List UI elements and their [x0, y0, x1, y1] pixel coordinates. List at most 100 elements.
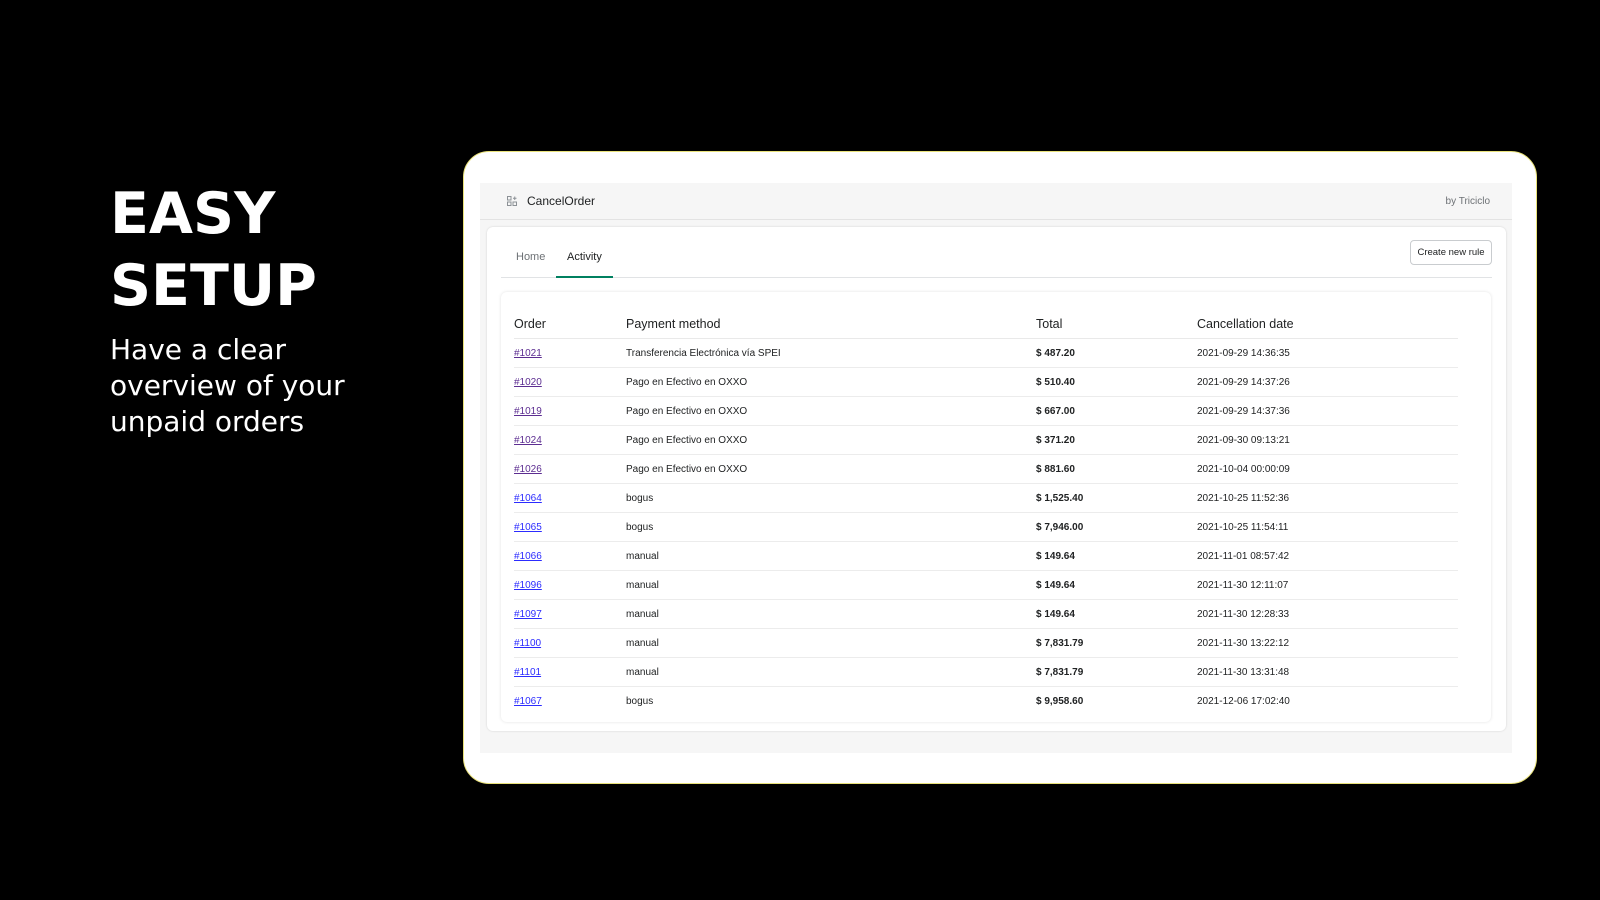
order-link[interactable]: #1064	[514, 493, 542, 504]
payment-method-cell: manual	[626, 628, 1036, 658]
table-row: #1066 manual $ 149.64 2021-11-01 08:57:42	[514, 541, 1458, 571]
total-cell: $ 7,831.79	[1036, 628, 1197, 658]
hero: EASY SETUP Have a clear overview of your …	[110, 178, 390, 440]
payment-method-cell: Pago en Efectivo en OXXO	[626, 396, 1036, 426]
header-payment-method: Payment method	[626, 310, 1036, 339]
total-cell: $ 510.40	[1036, 367, 1197, 397]
table-row: #1024 Pago en Efectivo en OXXO $ 371.20 202…	[514, 425, 1458, 455]
table-row: #1100 manual $ 7,831.79 2021-11-30 13:22:12	[514, 628, 1458, 658]
table-header-row: Order Payment method Total Cancellation …	[514, 310, 1458, 339]
order-cell: #1024	[514, 425, 626, 455]
table-row: #1096 manual $ 149.64 2021-11-30 12:11:07	[514, 570, 1458, 600]
table-row: #1021 Transferencia Electrónica vía SPEI $…	[514, 338, 1458, 368]
order-cell: #1100	[514, 628, 626, 658]
order-link[interactable]: #1067	[514, 696, 542, 707]
tab-home[interactable]: Home	[505, 251, 556, 276]
order-cell: #1096	[514, 570, 626, 600]
cancellation-date-cell: 2021-09-29 14:36:35	[1197, 338, 1458, 368]
tab-activity[interactable]: Activity	[556, 251, 613, 278]
table-row: #1026 Pago en Efectivo en OXXO $ 881.60 202…	[514, 454, 1458, 484]
payment-method-cell: Transferencia Electrónica vía SPEI	[626, 338, 1036, 368]
payment-method-cell: manual	[626, 599, 1036, 629]
order-cell: #1026	[514, 454, 626, 484]
cancellation-date-cell: 2021-11-30 12:11:07	[1197, 570, 1458, 600]
total-cell: $ 9,958.60	[1036, 695, 1084, 707]
order-cell: #1064	[514, 483, 626, 513]
order-link[interactable]: #1100	[514, 638, 541, 649]
header-order: Order	[514, 310, 626, 339]
table-row: #1067 bogus $ 9,958.60 2021-12-06 17:02:40	[514, 687, 1458, 716]
create-new-rule-button[interactable]: Create new rule	[1410, 240, 1492, 265]
order-link[interactable]: #1066	[514, 551, 542, 562]
screenshot-frame: CancelOrder by Triciclo Home Activity Cr…	[463, 151, 1537, 784]
order-cell: #1097	[514, 599, 626, 629]
order-link[interactable]: #1101	[514, 667, 541, 678]
payment-method-cell: bogus	[626, 512, 1036, 542]
cancellation-date-cell: 2021-09-30 09:13:21	[1197, 425, 1458, 455]
table-row: #1101 manual $ 7,831.79 2021-11-30 13:31:48	[514, 657, 1458, 687]
cancellation-date-cell: 2021-11-30 12:28:33	[1197, 599, 1458, 629]
total-cell: $ 7,831.79	[1036, 657, 1197, 687]
order-link[interactable]: #1065	[514, 522, 542, 533]
table-row: #1065 bogus $ 7,946.00 2021-10-25 11:54:11	[514, 512, 1458, 542]
payment-method-cell: manual	[626, 570, 1036, 600]
cancellation-date-cell: 2021-09-29 14:37:36	[1197, 396, 1458, 426]
total-cell: $ 149.64	[1036, 541, 1197, 571]
total-cell: $ 7,946.00	[1036, 512, 1197, 542]
hero-title: EASY SETUP	[110, 178, 390, 322]
table-row: #1019 Pago en Efectivo en OXXO $ 667.00 202…	[514, 396, 1458, 426]
order-cell: #1020	[514, 367, 626, 397]
order-link[interactable]: #1024	[514, 435, 542, 446]
order-link[interactable]: #1020	[514, 377, 542, 388]
cancellation-date-cell: 2021-10-25 11:54:11	[1197, 512, 1458, 542]
hero-title-line2: SETUP	[110, 253, 317, 319]
order-cell: #1066	[514, 541, 626, 571]
total-cell: $ 487.20	[1036, 338, 1197, 368]
table-row: #1097 manual $ 149.64 2021-11-30 12:28:33	[514, 599, 1458, 629]
payment-method-cell: Pago en Efectivo en OXXO	[626, 454, 1036, 484]
total-cell: $ 1,525.40	[1036, 483, 1197, 513]
total-cell: $ 149.64	[1036, 599, 1197, 629]
order-cell: #1019	[514, 396, 626, 426]
order-link[interactable]: #1019	[514, 406, 542, 417]
activity-table-card: Order Payment method Total Cancellation …	[501, 292, 1491, 722]
payment-method-cell: manual	[626, 657, 1036, 687]
app-author: by Triciclo	[1445, 195, 1490, 207]
app-window: CancelOrder by Triciclo Home Activity Cr…	[480, 183, 1512, 753]
order-link[interactable]: #1096	[514, 580, 542, 591]
app-title: CancelOrder	[527, 194, 596, 208]
payment-method-cell: bogus	[626, 695, 654, 707]
cancellation-date-cell: 2021-11-01 08:57:42	[1197, 541, 1458, 571]
total-cell: $ 881.60	[1036, 454, 1197, 484]
cancellation-date-cell: 2021-10-25 11:52:36	[1197, 483, 1458, 513]
total-cell: $ 667.00	[1036, 396, 1197, 426]
app-topbar: CancelOrder by Triciclo	[480, 183, 1512, 220]
header-cancellation-date: Cancellation date	[1197, 310, 1458, 339]
order-link[interactable]: #1026	[514, 464, 542, 475]
cancellation-date-cell: 2021-11-30 13:31:48	[1197, 657, 1458, 687]
order-link[interactable]: #1097	[514, 609, 542, 620]
hero-title-line1: EASY	[110, 181, 276, 247]
order-link[interactable]: #1021	[514, 348, 542, 359]
table-row: #1064 bogus $ 1,525.40 2021-10-25 11:52:36	[514, 483, 1458, 513]
payment-method-cell: manual	[626, 541, 1036, 571]
tab-bar: Home Activity Create new rule	[501, 227, 1492, 278]
payment-method-cell: Pago en Efectivo en OXXO	[626, 367, 1036, 397]
table-row: #1020 Pago en Efectivo en OXXO $ 510.40 202…	[514, 367, 1458, 397]
main-card: Home Activity Create new rule Order Paym…	[487, 227, 1506, 731]
activity-table: Order Payment method Total Cancellation …	[514, 310, 1458, 715]
apps-icon	[507, 196, 517, 206]
order-cell: #1021	[514, 338, 626, 368]
payment-method-cell: bogus	[626, 483, 1036, 513]
cancellation-date-cell: 2021-11-30 13:22:12	[1197, 628, 1458, 658]
cancellation-date-cell: 2021-10-04 00:00:09	[1197, 454, 1458, 484]
total-cell: $ 149.64	[1036, 570, 1197, 600]
payment-method-cell: Pago en Efectivo en OXXO	[626, 425, 1036, 455]
order-cell: #1065	[514, 512, 626, 542]
order-cell: #1067	[514, 687, 626, 716]
cancellation-date-cell: 2021-12-06 17:02:40	[1197, 695, 1290, 707]
order-cell: #1101	[514, 657, 626, 687]
hero-subtitle: Have a clear overview of your unpaid ord…	[110, 333, 345, 438]
total-cell: $ 371.20	[1036, 425, 1197, 455]
header-total: Total	[1036, 310, 1197, 339]
